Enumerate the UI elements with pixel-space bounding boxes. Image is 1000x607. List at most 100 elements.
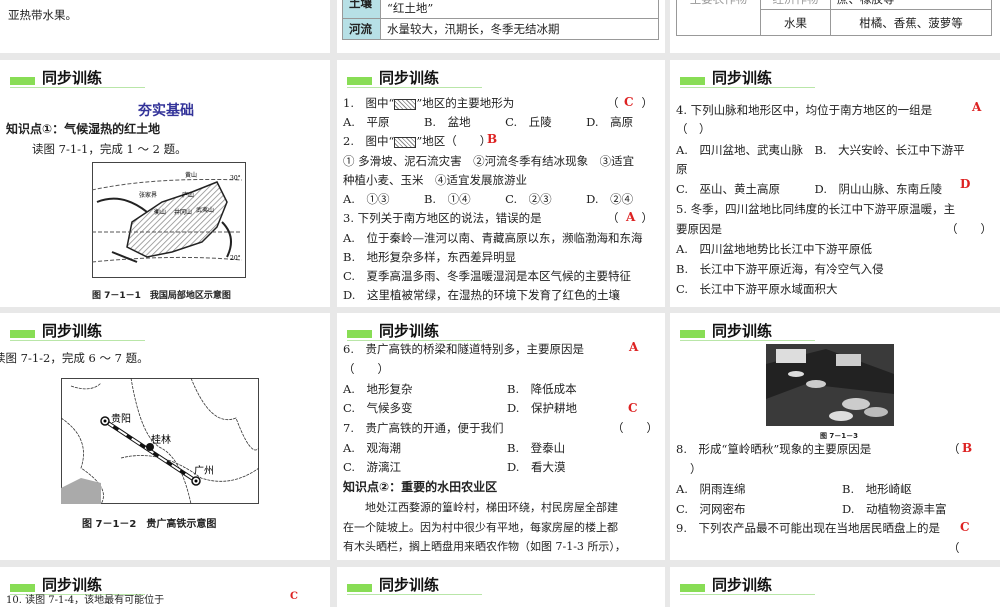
header-title: 同步训练 xyxy=(712,69,773,87)
option: C. 河网密布 xyxy=(676,502,746,516)
option: B. 长江中下游平原近海，有冷空气入侵 xyxy=(676,262,884,276)
text-line: 原 xyxy=(676,162,688,176)
map-label: 武夷山 xyxy=(196,206,214,214)
slide-thumb-r2c1[interactable]: 同步训练 读图 7-1-2，完成 6 ～ 7 题。 贵阳 桂林 广州 图 7－1… xyxy=(0,313,330,560)
slide-header: 同步训练 xyxy=(10,68,145,88)
option: C. 巫山、黄土高原 D. 阴山山脉、东南丘陵 xyxy=(676,182,943,196)
answer-paren: （ ） xyxy=(946,222,992,236)
question-7: 7. 贵广高铁的开通，便于我们 xyxy=(343,421,504,435)
option: A. 四川盆地地势比长江中下游平原低 xyxy=(676,242,872,256)
question-9: 9. 下列农产品最不可能出现在当地居民晒盘上的是 xyxy=(676,521,940,535)
text-line: ① 多滑坡、泥石流灾害 ②河流冬季有结冰现象 ③适宜 xyxy=(343,154,635,168)
answer-paren: （ xyxy=(948,541,960,555)
text-line: 地处江西婺源的篁岭村，梯田环绕，村民房屋全部建 xyxy=(343,501,618,514)
answer-mark: B xyxy=(962,441,973,455)
climate-table: 土壤 “红土地” 河流 水量较大，汛期长，冬季无结冰期 xyxy=(342,0,659,40)
map-label: 黄山 xyxy=(185,171,197,179)
header-bar xyxy=(347,77,372,85)
text-line: 在一个陡坡上。因为村中很少有平地，每家房屋的楼上都 xyxy=(343,521,618,534)
map-label: 贵阳 xyxy=(111,412,131,425)
table-cell: 土壤 xyxy=(342,0,381,19)
slide-header: 同步训练 xyxy=(680,321,815,341)
option: D. 这里植被常绿，在湿热的环境下发育了红色的土壤 xyxy=(343,288,620,302)
header-bar xyxy=(10,330,35,338)
slide-header: 同步训练 xyxy=(680,575,815,595)
table-cell: 经济作物 xyxy=(760,0,831,10)
figure-caption: 图 7－1－1 我国局部地区示意图 xyxy=(92,291,231,301)
header-title: 同步训练 xyxy=(712,576,773,594)
question-4: 4. 下列山脉和地形区中，均位于南方地区的一组是 xyxy=(676,103,933,117)
header-bar xyxy=(680,330,705,338)
text: ”地区的主要地形为 xyxy=(416,96,515,110)
slide-thumb-r1c1[interactable]: 同步训练 夯实基础 知识点①：气候湿热的红土地 读图 7-1-1，完成 1 ～ … xyxy=(0,60,330,307)
header-title: 同步训练 xyxy=(712,322,773,340)
text-line: 有木头晒栏，搁上晒盘用来晒农作物（如图 7-1-3 所示）， xyxy=(343,540,626,553)
table-cell: 水量较大，汛期长，冬季无结冰期 xyxy=(380,18,659,40)
options: A. 平原 B. 盆地 C. 丘陵 D. 高原 xyxy=(343,115,634,129)
slide-thumb-r0c1[interactable]: 亚热带水果。 xyxy=(0,0,330,53)
slide-header: 同步训练 xyxy=(680,68,815,88)
option: D. 看大漠 xyxy=(507,460,566,474)
option: D. 保护耕地 xyxy=(507,401,577,415)
south-china-map: 黄山 张家界 庐山 衡山 井冈山 武夷山 30° 20° xyxy=(92,162,246,278)
slide-thumb-r1c2[interactable]: 同步训练 1. 图中“ ”地区的主要地形为 （ ） C A. 平原 B. 盆地 C… xyxy=(337,60,665,307)
text: 2. 图中“ xyxy=(343,134,395,148)
intro-text: 读图 7-1-1，完成 1 ～ 2 题。 xyxy=(32,142,187,156)
option: A. 四川盆地、武夷山脉 B. 大兴安岭、长江中下游平 xyxy=(676,143,965,157)
figure-caption: 图 7－1－2 贵广高铁示意图 xyxy=(82,519,217,530)
answer-mark: C xyxy=(628,401,638,415)
railway-map: 贵阳 桂林 广州 xyxy=(61,378,259,504)
intro-text: 读图 7-1-2，完成 6 ～ 7 题。 xyxy=(0,351,149,365)
header-title: 同步训练 xyxy=(379,69,440,87)
slide-thumb-r3c3[interactable]: 同步训练 xyxy=(670,567,1000,607)
text-line: （ ） xyxy=(343,362,389,376)
answer-mark: C xyxy=(624,95,634,109)
table-cell: 河流 xyxy=(342,18,381,40)
map-label: 30° xyxy=(230,175,241,182)
option: A. 观海潮 xyxy=(343,441,401,455)
table-cell: 柑橘、香蕉、菠萝等 xyxy=(830,9,992,36)
knowledge-point: 知识点②：重要的水田农业区 xyxy=(343,480,498,494)
answer-paren: （ ） xyxy=(612,421,658,435)
table-cell: 蔗、橡胶等 xyxy=(830,0,992,10)
header-title: 同步训练 xyxy=(42,69,103,87)
map-label: 20° xyxy=(230,255,241,262)
slide-thumb-r3c2[interactable]: 同步训练 xyxy=(337,567,665,607)
question-6: 6. 贵广高铁的桥梁和隧道特别多，主要原因是 xyxy=(343,342,584,356)
slide-header: 同步训练 xyxy=(10,321,145,341)
slide-thumb-r1c3[interactable]: 同步训练 4. 下列山脉和地形区中，均位于南方地区的一组是 A （ ） A. 四… xyxy=(670,60,1000,307)
question-8: 8. 形成“篁岭晒秋”现象的主要原因是 xyxy=(676,442,872,456)
answer-mark: B xyxy=(487,132,498,146)
option: A. 地形复杂 xyxy=(343,382,413,396)
slide-thumb-r0c2[interactable]: 土壤 “红土地” 河流 水量较大，汛期长，冬季无结冰期 xyxy=(337,0,665,53)
table-cell: “红土地” xyxy=(380,0,659,19)
map-label: 广州 xyxy=(194,465,214,477)
village-photo xyxy=(766,344,894,426)
slide-thumb-r3c1[interactable]: 同步训练 10. 读图 7-1-4，该地最有可能位于 C xyxy=(0,567,330,607)
header-title: 同步训练 xyxy=(379,322,440,340)
hatched-legend-icon xyxy=(394,136,417,148)
slide-thumb-r0c3[interactable]: 主要农作物经济作物蔗、橡胶等 水果柑橘、香蕉、菠萝等 xyxy=(670,0,1000,53)
map-label: 张家界 xyxy=(139,191,157,199)
text-line: ） xyxy=(690,462,702,476)
slide-header: 同步训练 xyxy=(347,68,482,88)
slide-thumb-r2c3[interactable]: 同步训练 图 7－1－3 8. 形成“篁岭晒秋”现象的主要原因是 （ B ） A… xyxy=(670,313,1000,560)
answer-mark: D xyxy=(960,177,971,191)
header-title: 同步训练 xyxy=(42,322,103,340)
header-title: 同步训练 xyxy=(379,576,440,594)
option: B. 地形崎岖 xyxy=(842,482,912,496)
slide-thumb-r2c2[interactable]: 同步训练 6. 贵广高铁的桥梁和隧道特别多，主要原因是 A （ ） A. 地形复… xyxy=(337,313,665,560)
table-cell: 主要农作物 xyxy=(676,0,761,36)
option: B. 地形复杂多样，东西差异明显 xyxy=(343,250,517,264)
option: B. 登泰山 xyxy=(507,441,566,455)
question-3: 3. 下列关于南方地区的说法，错误的是 xyxy=(343,211,542,225)
header-bar xyxy=(10,77,35,85)
answer-mark: A xyxy=(629,340,639,354)
text-line: 亚热带水果。 xyxy=(8,8,77,22)
section-title: 夯实基础 xyxy=(138,103,194,119)
table-cell: 水果 xyxy=(760,9,831,36)
map-label: 桂林 xyxy=(151,433,171,446)
option: C. 游漓江 xyxy=(343,460,402,474)
text: ”地区（ ） xyxy=(416,134,492,148)
hatched-legend-icon xyxy=(394,98,417,110)
